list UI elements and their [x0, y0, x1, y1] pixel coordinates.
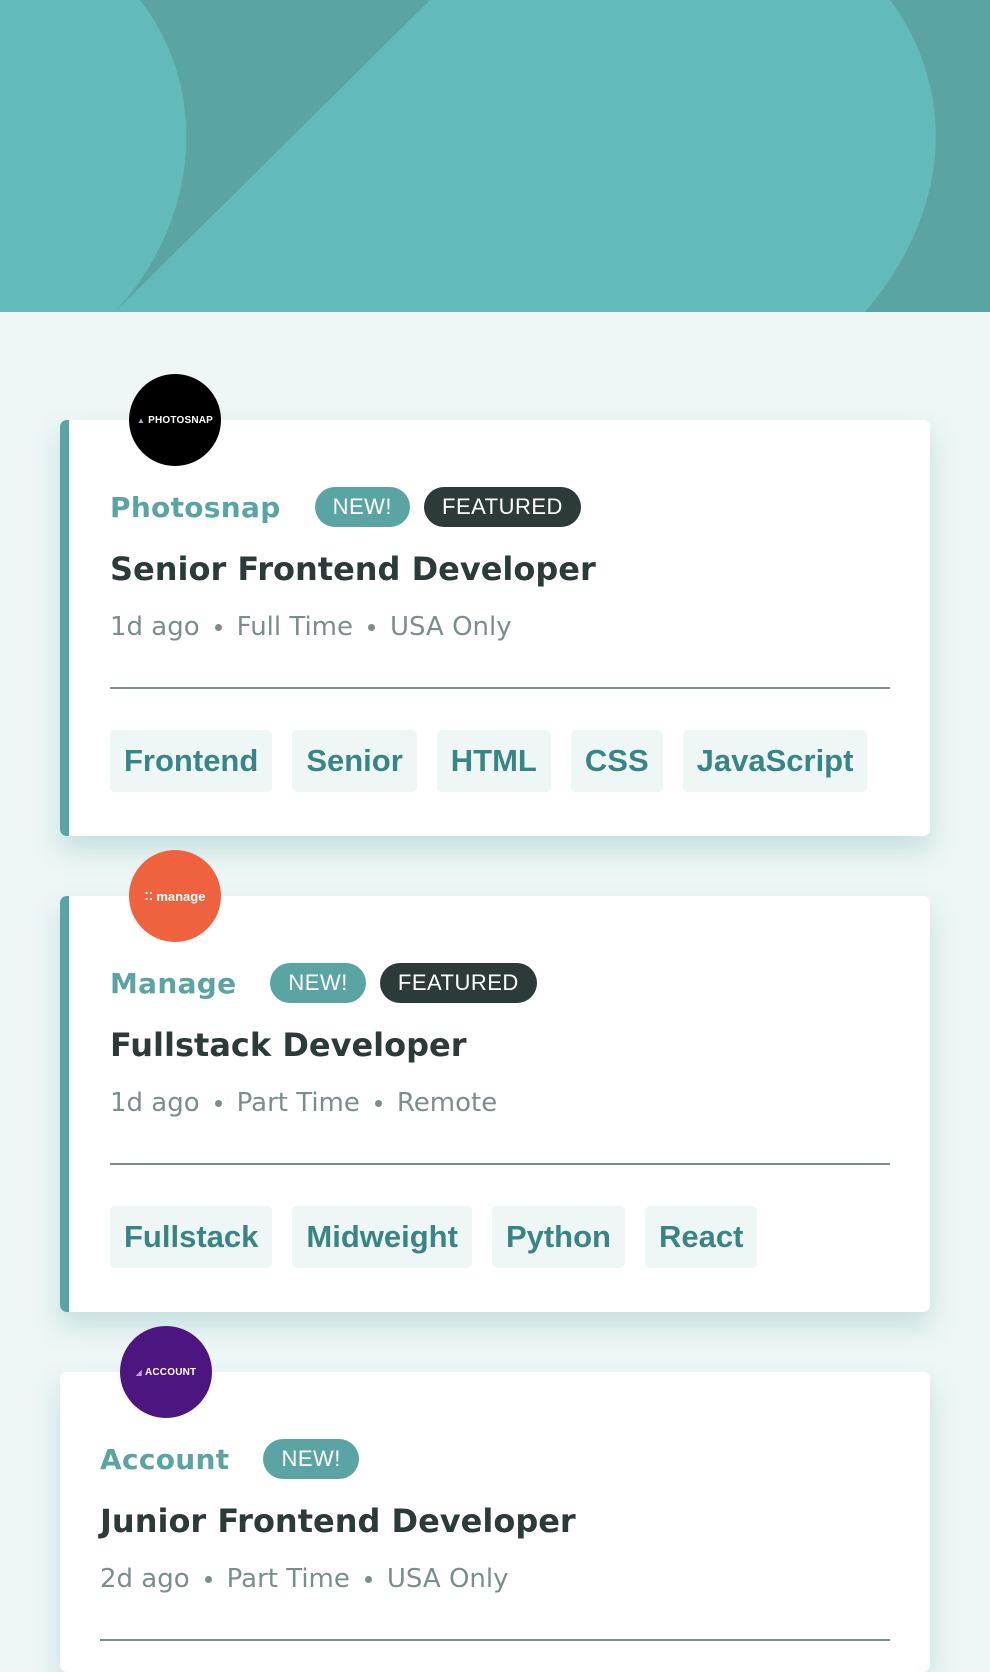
contract-type: Part Time	[226, 1564, 350, 1594]
new-badge: NEW!	[314, 487, 411, 527]
tag-senior[interactable]: Senior	[292, 730, 417, 792]
account-logo-icon: ◢	[135, 1367, 142, 1377]
separator-dot	[214, 623, 222, 631]
job-position[interactable]: Fullstack Developer	[110, 1026, 466, 1064]
logo-text: manage	[156, 888, 206, 904]
job-position[interactable]: Senior Frontend Developer	[110, 550, 596, 588]
company-logo-account: ◢ ACCOUNT	[120, 1326, 212, 1418]
job-card-account[interactable]: ◢ ACCOUNT Account NEW! Junior Frontend D…	[60, 1326, 930, 1672]
new-badge: NEW!	[263, 1439, 359, 1479]
logo-text: PHOTOSNAP	[148, 414, 214, 426]
tag-css[interactable]: CSS	[570, 730, 663, 792]
posted-at: 1d ago	[110, 612, 200, 642]
company-row: Photosnap NEW! FEATURED	[110, 487, 595, 527]
company-row: Account NEW!	[100, 1439, 373, 1479]
job-card-photosnap[interactable]: ▲ PHOTOSNAP Photosnap NEW! FEATURED Seni…	[60, 374, 930, 836]
logo-text: ACCOUNT	[144, 1366, 197, 1378]
new-badge: NEW!	[270, 963, 366, 1003]
job-meta: 1d ago Full Time USA Only	[110, 612, 512, 642]
header-pattern	[0, 0, 990, 312]
company-row: Manage NEW! FEATURED	[110, 963, 551, 1003]
separator-dot	[368, 623, 376, 631]
company-name[interactable]: Account	[100, 1443, 229, 1476]
contract-type: Part Time	[236, 1088, 360, 1118]
card-divider	[110, 687, 890, 689]
company-name[interactable]: Manage	[110, 967, 236, 1000]
location: USA Only	[390, 612, 512, 642]
tag-list: Frontend Senior HTML CSS JavaScript	[110, 730, 887, 792]
featured-badge: FEATURED	[424, 487, 581, 527]
separator-dot	[204, 1575, 212, 1583]
tag-python[interactable]: Python	[491, 1206, 625, 1268]
location: USA Only	[386, 1564, 509, 1594]
tag-javascript[interactable]: JavaScript	[682, 730, 868, 792]
tag-list: Fullstack Midweight Python React	[110, 1206, 777, 1268]
card-divider	[110, 1163, 890, 1165]
manage-logo-icon: ⁚⁚	[144, 890, 154, 903]
tag-frontend[interactable]: Frontend	[110, 730, 273, 792]
job-position[interactable]: Junior Frontend Developer	[100, 1502, 576, 1540]
company-logo-photosnap: ▲ PHOTOSNAP	[129, 374, 221, 466]
tag-react[interactable]: React	[645, 1206, 758, 1268]
separator-dot	[364, 1575, 372, 1583]
company-name[interactable]: Photosnap	[110, 491, 281, 524]
photosnap-logo-icon: ▲	[136, 415, 146, 425]
job-meta: 2d ago Part Time USA Only	[100, 1564, 509, 1594]
contract-type: Full Time	[236, 612, 354, 642]
separator-dot	[214, 1099, 222, 1107]
company-logo-manage: ⁚⁚ manage	[129, 850, 221, 942]
separator-dot	[374, 1099, 382, 1107]
posted-at: 1d ago	[110, 1088, 200, 1118]
featured-badge: FEATURED	[379, 963, 537, 1003]
card-divider	[100, 1639, 890, 1641]
tag-midweight[interactable]: Midweight	[292, 1206, 472, 1268]
location: Remote	[396, 1088, 498, 1118]
header-banner	[0, 0, 990, 312]
posted-at: 2d ago	[100, 1564, 190, 1594]
job-card-manage[interactable]: ⁚⁚ manage Manage NEW! FEATURED Fullstack…	[60, 850, 930, 1312]
job-meta: 1d ago Part Time Remote	[110, 1088, 497, 1118]
tag-html[interactable]: HTML	[436, 730, 551, 792]
tag-fullstack[interactable]: Fullstack	[110, 1206, 273, 1268]
